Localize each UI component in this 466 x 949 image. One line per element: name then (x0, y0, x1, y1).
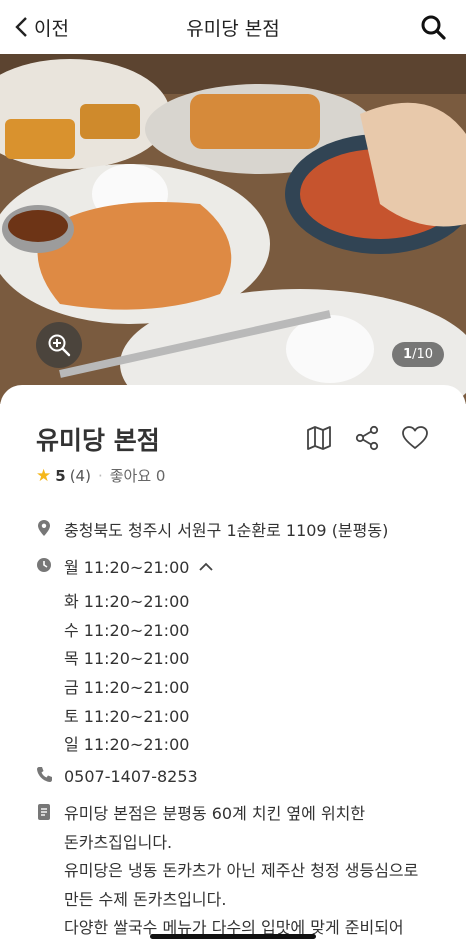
rating-row: ★ 5 (4) · 좋아요 0 (36, 465, 165, 486)
heart-icon[interactable] (402, 425, 428, 451)
description-line: 유미당은 냉동 돈카츠가 아닌 제주산 청정 생등심으로 (64, 861, 419, 880)
map-icon[interactable] (306, 425, 332, 451)
top-nav-bar: 이전 유미당 본점 (0, 0, 466, 54)
zoom-in-icon (48, 334, 71, 357)
hours-item: 일 11:20~21:00 (64, 735, 190, 755)
back-chevron-icon (15, 17, 27, 37)
description-line: 돈카츠집입니다. (64, 832, 173, 852)
phone-number[interactable]: 0507-1407-8253 (64, 763, 198, 792)
hours-item: 화 11:20~21:00 (64, 592, 190, 611)
photo-counter-current: 1 (403, 347, 413, 362)
description-icon-row (36, 801, 64, 821)
location-pin-icon (38, 520, 50, 536)
phone-row[interactable]: 0507-1407-8253 (36, 763, 198, 792)
description: 유미당 본점은 분평동 60계 치킨 옆에 위치한 돈카츠집입니다. 유미당은 … (64, 800, 434, 943)
home-indicator[interactable] (150, 934, 316, 939)
likes-count: 좋아요 0 (109, 467, 166, 485)
action-icons (306, 425, 428, 451)
description-line: 만든 수제 돈카츠입니다. (64, 889, 227, 909)
photo-gallery[interactable]: 1/10 (0, 54, 466, 404)
rating-value: 5 (55, 466, 66, 485)
hours-item: 수 11:20~21:00 (64, 620, 190, 640)
phone-icon (37, 767, 52, 782)
hours-row[interactable]: 월 11:20~21:00 (36, 554, 214, 583)
photo-counter-total: /10 (412, 347, 433, 362)
separator-dot: · (97, 466, 103, 485)
hours-today: 월 11:20~21:00 (64, 558, 190, 577)
back-label: 이전 (34, 17, 69, 40)
back-button[interactable]: 이전 (14, 12, 69, 42)
hours-item: 목 11:20~21:00 (64, 649, 190, 669)
hours-item: 토 11:20~21:00 (64, 706, 190, 726)
document-icon (38, 804, 50, 820)
chevron-up-icon[interactable] (199, 562, 214, 572)
hours-list: 화 11:20~21:00 수 11:20~21:00 목 11:20~21:0… (64, 588, 189, 760)
share-icon[interactable] (354, 425, 380, 451)
description-line: 유미당 본점은 분평동 60계 치킨 옆에 위치한 (64, 804, 366, 823)
place-name: 유미당 본점 (36, 426, 160, 455)
zoom-button[interactable] (36, 322, 82, 368)
review-count[interactable]: (4) (70, 467, 91, 485)
page-title: 유미당 본점 (186, 17, 280, 40)
photo-counter: 1/10 (392, 342, 444, 367)
hours-item: 금 11:20~21:00 (64, 678, 190, 698)
search-icon[interactable] (420, 14, 446, 40)
address-text: 충청북도 청주시 서원구 1순환로 1109 (분평동) (64, 521, 389, 540)
star-icon: ★ (36, 465, 52, 486)
clock-icon (37, 558, 51, 572)
address-row[interactable]: 충청북도 청주시 서원구 1순환로 1109 (분평동) (36, 517, 388, 546)
